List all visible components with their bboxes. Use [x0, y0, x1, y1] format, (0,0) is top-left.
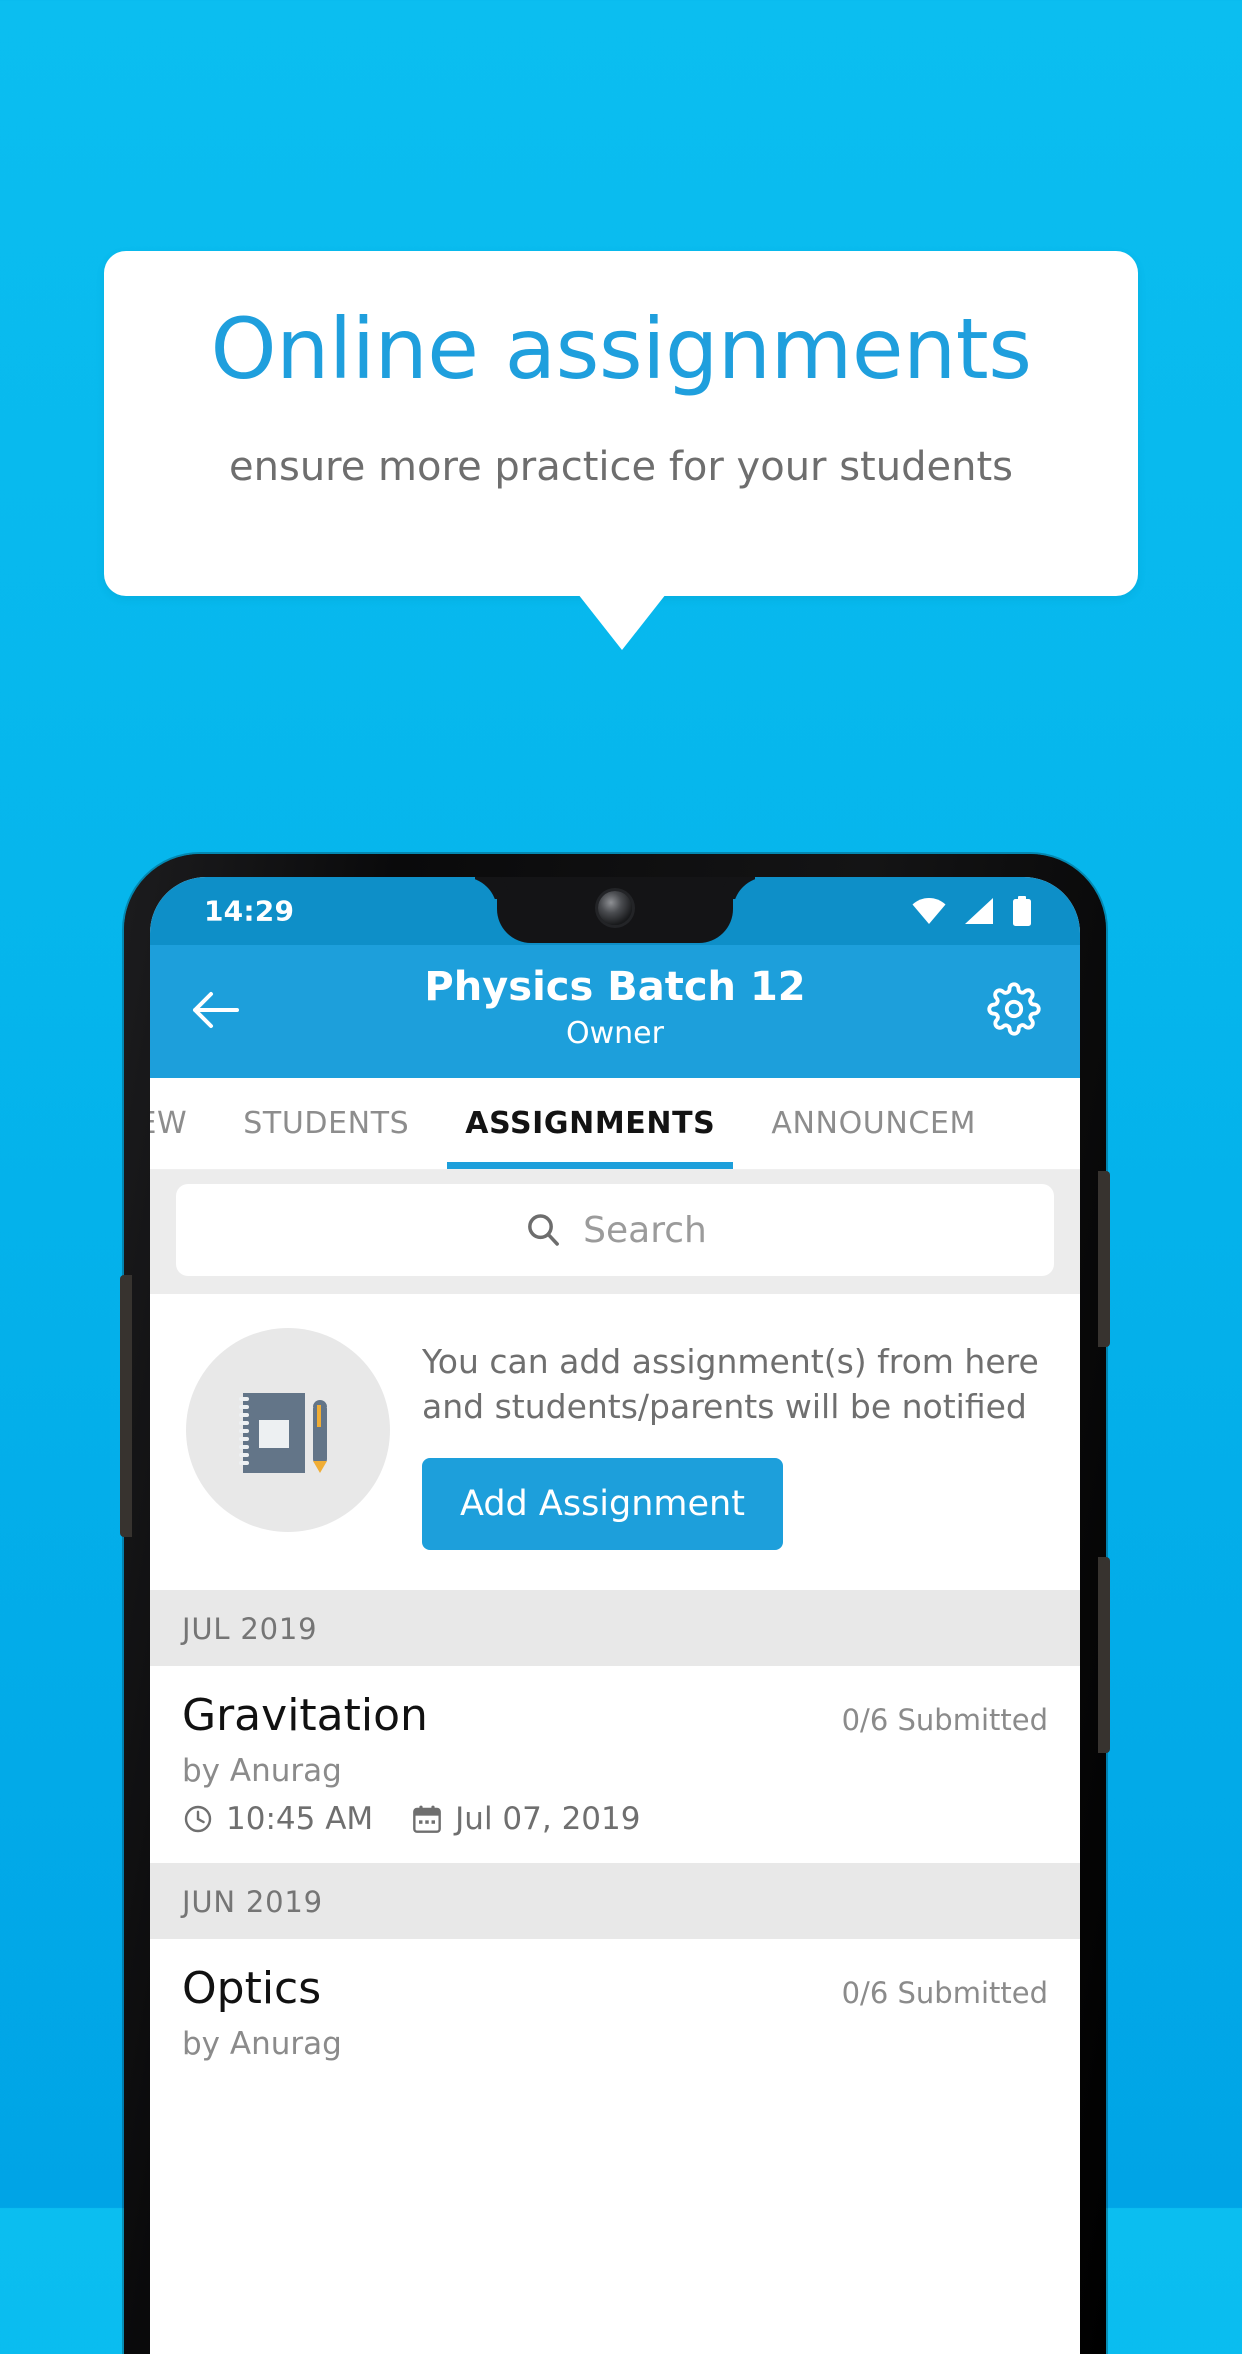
table-row[interactable]: Optics 0/6 Submitted by Anurag [150, 1938, 1080, 2088]
status-bar-clock: 14:29 [204, 894, 295, 928]
promo-title: Online assignments [210, 300, 1033, 398]
notebook-and-pen-icon [186, 1328, 390, 1532]
empty-state-content: You can add assignment(s) from here and … [390, 1328, 1080, 1550]
app-bar: Physics Batch 12 Owner [150, 945, 1080, 1078]
table-row[interactable]: Gravitation 0/6 Submitted by Anurag 10:4… [150, 1665, 1080, 1863]
promo-subtitle: ensure more practice for your students [229, 444, 1013, 490]
empty-state-card: You can add assignment(s) from here and … [150, 1294, 1080, 1590]
tab-overview[interactable]: IEW [150, 1078, 215, 1169]
phone-notch [497, 877, 733, 943]
status-badge: 0/6 Submitted [841, 1702, 1048, 1737]
promo-card: Online assignments ensure more practice … [104, 251, 1138, 596]
search-placeholder: Search [583, 1209, 707, 1251]
battery-icon [1012, 896, 1032, 926]
assignment-title: Optics [182, 1962, 322, 2014]
search-icon [523, 1210, 563, 1250]
promo-bubble-tail [578, 594, 666, 650]
page-title: Physics Batch 12 [424, 964, 806, 1010]
empty-state-text: You can add assignment(s) from here and … [422, 1342, 1039, 1426]
tab-students[interactable]: STUDENTS [215, 1078, 437, 1169]
gear-icon [987, 982, 1041, 1036]
status-badge: 0/6 Submitted [841, 1975, 1048, 2010]
tab-announcements[interactable]: ANNOUNCEM [743, 1078, 1004, 1169]
search-input[interactable]: Search [176, 1184, 1054, 1276]
status-bar: 14:29 [150, 877, 1080, 945]
add-assignment-button[interactable]: Add Assignment [422, 1457, 783, 1550]
row-top: Gravitation 0/6 Submitted [182, 1690, 1048, 1741]
phone-screen: 14:29 Physics Batch 12 Owner W STUDENTS … [150, 877, 1080, 2354]
row-top: Optics 0/6 Submitted [182, 1963, 1048, 2014]
tab-bar[interactable]: IEW STUDENTS ASSIGNMENTS ANNOUNCEM [150, 1078, 1080, 1170]
phone-side-button-right-top[interactable] [1098, 1171, 1110, 1347]
assignment-author: by Anurag [182, 2025, 342, 2062]
status-bar-icons [912, 896, 1032, 926]
assignment-time: 10:45 AM [226, 1800, 374, 1837]
assignment-title: Gravitation [182, 1689, 428, 1741]
wifi-icon [912, 898, 946, 924]
signal-icon [964, 898, 994, 924]
assignment-date: Jul 07, 2019 [455, 1800, 641, 1837]
tab-assignments[interactable]: ASSIGNMENTS [437, 1078, 743, 1169]
phone-side-button-right-bottom[interactable] [1098, 1557, 1110, 1753]
settings-button[interactable] [982, 977, 1046, 1041]
front-camera-icon [598, 891, 632, 925]
app-bar-titles: Physics Batch 12 Owner [150, 963, 1080, 1053]
clock-icon [182, 1803, 214, 1835]
month-header-jul: JUL 2019 [150, 1589, 1080, 1666]
calendar-icon [411, 1803, 443, 1835]
search-area: Search [150, 1170, 1080, 1294]
assignment-meta: 10:45 AM Jul 07, 2019 [182, 1801, 1048, 1837]
phone-side-button-left[interactable] [120, 1275, 132, 1537]
assignment-author: by Anurag [182, 1752, 342, 1789]
month-header-jun: JUN 2019 [150, 1862, 1080, 1939]
phone-device: 14:29 Physics Batch 12 Owner W STUDENTS … [120, 854, 1110, 2354]
page-subtitle: Owner [566, 1015, 664, 1051]
